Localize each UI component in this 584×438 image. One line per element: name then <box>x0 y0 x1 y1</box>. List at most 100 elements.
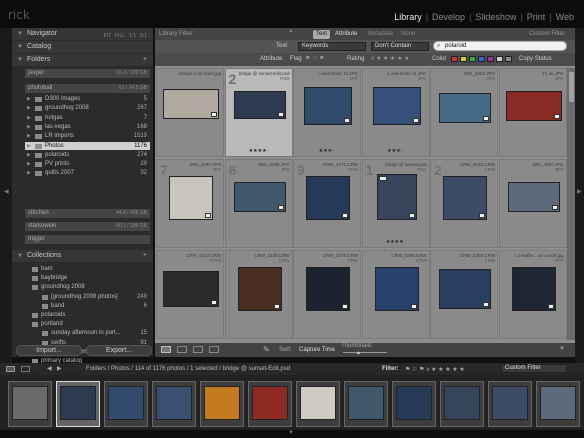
color-swatch[interactable] <box>451 56 458 62</box>
grid-cell[interactable]: CRW_4355.CRW CRW <box>361 250 430 339</box>
grid-cell[interactable]: u wall shots 10.JPG JPG ★★★·· <box>293 68 361 157</box>
photo-thumbnail[interactable] <box>439 269 491 309</box>
collections-add-icon[interactable]: + <box>143 250 147 262</box>
panel-header-collections[interactable]: ▼ Collections + <box>12 250 153 262</box>
photo-thumbnail[interactable] <box>507 182 560 212</box>
grid-cell[interactable]: it's ok.JPG JPG <box>498 68 567 157</box>
grid-scroll-thumb[interactable] <box>569 72 574 102</box>
folders-disclosure-icon[interactable]: ▼ <box>17 54 23 66</box>
color-swatch[interactable] <box>478 56 485 62</box>
grid-cell[interactable]: bridge @ sunset.psd PSD 1 ★★★★· <box>361 159 430 248</box>
photo-thumbnail[interactable] <box>372 87 421 125</box>
filmstrip-thumbnail[interactable] <box>488 381 532 427</box>
collection-item[interactable]: band 6 <box>25 302 150 310</box>
photo-thumbnail[interactable] <box>304 87 352 125</box>
module-0[interactable]: Library <box>394 12 422 22</box>
panel-header-catalog[interactable]: ▼ Catalog <box>12 41 153 53</box>
filmstrip-thumbnail[interactable] <box>8 381 52 427</box>
folder-disclosure-icon[interactable]: ▶ <box>27 151 31 159</box>
grid-cell[interactable]: CRW_4335.CRW CRW <box>224 250 293 339</box>
photo-thumbnail[interactable] <box>163 271 219 307</box>
folder-item[interactable]: ▶ quilts 2007 32 <box>25 169 150 177</box>
flag-icons[interactable]: ⚑ ⚐ ⚑ <box>305 55 324 64</box>
volume-1[interactable]: photoball 61 / 74.5 GB <box>25 84 150 93</box>
grid-scrollbar[interactable] <box>567 68 575 340</box>
photo-thumbnail[interactable] <box>443 176 487 220</box>
toolbar-menu-icon[interactable]: ▼ <box>559 346 565 352</box>
folder-disclosure-icon[interactable]: ▶ <box>27 114 31 122</box>
filmstrip-thumbnail[interactable] <box>200 381 244 427</box>
grid-cell[interactable]: u wall shots 11.JPG JPG ★★★·· <box>361 68 430 157</box>
export-button[interactable]: Export... <box>86 345 152 356</box>
grid-icon[interactable] <box>21 366 30 372</box>
slider-handle-icon[interactable]: ▲ <box>356 350 361 356</box>
folders-add-icon[interactable]: + <box>143 54 147 66</box>
loupe-view-icon[interactable] <box>177 346 187 353</box>
rating-stars-icon[interactable]: ≥ ★ ★ ★ ★ ★ <box>371 55 410 64</box>
volume-0[interactable]: jasper 16.3 / 299 GB <box>25 69 150 78</box>
grid-cell[interactable]: IMG_4283.JPG JPG <box>430 68 498 157</box>
collection-item[interactable]: portland <box>25 320 150 328</box>
folder-disclosure-icon[interactable]: ▶ <box>27 142 31 150</box>
top-panel-toggle-icon[interactable]: ▲ <box>288 28 294 34</box>
forward-arrow-icon[interactable]: ▶ <box>57 365 62 372</box>
grid-cell[interactable]: CRW_4271.CRW CRW 9 <box>293 159 361 248</box>
thumbnail-size-slider[interactable] <box>343 352 387 353</box>
photo-thumbnail[interactable] <box>233 182 286 212</box>
collection-item[interactable]: baybridge <box>25 274 150 282</box>
volume-4[interactable]: trigger <box>25 235 150 244</box>
collection-item[interactable]: bam <box>25 265 150 273</box>
module-1[interactable]: Develop <box>432 12 465 22</box>
folder-item[interactable]: ▶ polaroids 274 <box>25 151 150 159</box>
filmstrip-thumbnail[interactable] <box>344 381 388 427</box>
painter-icon[interactable]: ✎ <box>263 345 270 354</box>
module-2[interactable]: Slideshow <box>475 12 516 22</box>
color-swatch[interactable] <box>469 56 476 62</box>
compare-view-icon[interactable] <box>193 346 203 353</box>
photo-thumbnail[interactable] <box>306 267 350 311</box>
photo-thumbnail[interactable] <box>511 267 556 311</box>
photo-thumbnail[interactable] <box>237 267 282 311</box>
grid-cell[interactable]: CRW_4378.CRW CRW <box>293 250 361 339</box>
filmstrip-thumbnail[interactable] <box>56 381 100 427</box>
photo-thumbnail[interactable] <box>505 91 562 121</box>
grid-cell[interactable]: IMG_4288.JPG JPG 8 <box>224 159 293 248</box>
grid-cell[interactable]: CRW_4356.CRW CRW <box>430 250 498 339</box>
grid-cell[interactable]: IMG_4297.JPG JPG <box>498 159 567 248</box>
filmstrip-filter-dropdown[interactable]: Custom Filter <box>501 364 567 373</box>
grid-cell[interactable]: change is all hand.jpg <box>156 68 224 157</box>
second-window-icon[interactable] <box>6 366 15 372</box>
grid-cell[interactable]: IMG_4287.JPG JPG 7 <box>156 159 224 248</box>
filmstrip-thumbnail[interactable] <box>392 381 436 427</box>
color-swatch[interactable] <box>460 56 467 62</box>
photo-thumbnail[interactable] <box>163 89 219 119</box>
folder-item[interactable]: ▶ D300 images 5 <box>25 95 150 103</box>
filmstrip-toggle-icon[interactable]: ▼ <box>288 430 294 436</box>
folder-item[interactable]: ▶ groundhog 2008 267 <box>25 104 150 112</box>
left-panel-toggle-icon[interactable]: ◀ <box>4 188 9 195</box>
panel-header-folders[interactable]: ▼ Folders + <box>12 54 153 66</box>
filmstrip-thumbnail[interactable] <box>296 381 340 427</box>
tab-attribute[interactable]: Attribute <box>335 30 357 39</box>
filmstrip-thumbnail[interactable] <box>536 381 580 427</box>
folder-item[interactable]: ▶ Photos 1176 <box>25 141 150 150</box>
module-3[interactable]: Print <box>527 12 546 22</box>
survey-view-icon[interactable] <box>209 346 219 353</box>
catalog-disclosure-icon[interactable]: ▼ <box>17 41 23 53</box>
filmstrip-thumbnail[interactable] <box>248 381 292 427</box>
sort-dropdown[interactable]: Capture Time <box>299 346 335 355</box>
photo-thumbnail[interactable] <box>169 176 213 220</box>
field-dropdown[interactable]: Keywords <box>298 42 366 51</box>
module-4[interactable]: Web <box>556 12 574 22</box>
tab-metadata[interactable]: Metadata <box>368 30 393 39</box>
photo-thumbnail[interactable] <box>439 93 491 123</box>
folder-disclosure-icon[interactable]: ▶ <box>27 169 31 177</box>
folder-disclosure-icon[interactable]: ▶ <box>27 95 31 103</box>
folder-disclosure-icon[interactable]: ▶ <box>27 160 31 168</box>
collection-item[interactable]: [groundhog 2008 photos] 249 <box>25 293 150 301</box>
import-button[interactable]: Import... <box>16 345 82 356</box>
grid-cell[interactable]: i 4 waffle... on a side.jpg JPG <box>498 250 567 339</box>
volume-3[interactable]: starkowski 40.1 / 189 GB <box>25 222 150 231</box>
photo-thumbnail[interactable] <box>374 267 419 311</box>
filmstrip-thumbnail[interactable] <box>104 381 148 427</box>
